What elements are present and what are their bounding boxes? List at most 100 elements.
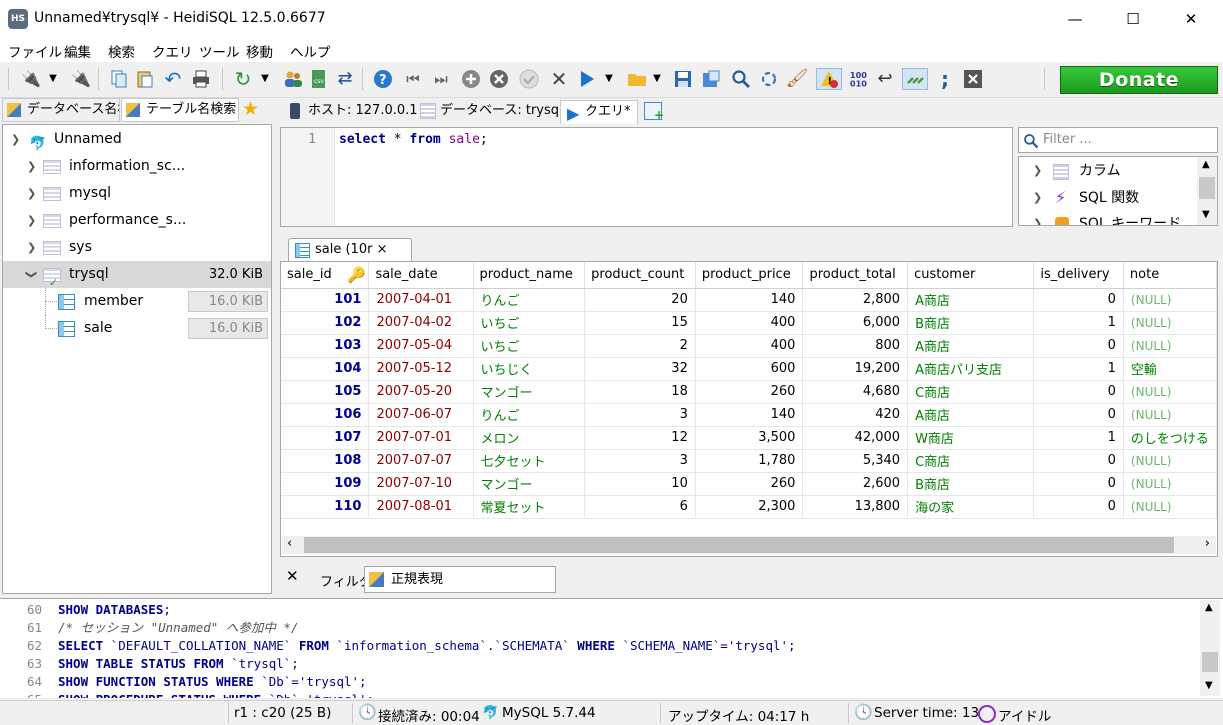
table-cell-sale-date[interactable]: 2007-07-01 [368, 426, 474, 450]
menu-go[interactable]: 移動 [246, 41, 273, 61]
user-manager-icon[interactable] [282, 68, 304, 90]
table-cell-product-price[interactable]: 400 [695, 311, 804, 335]
delete-record-icon[interactable] [488, 68, 510, 90]
find-replace-icon[interactable] [758, 68, 780, 90]
table-cell-product-price[interactable]: 600 [695, 357, 804, 381]
column-header[interactable]: customer [907, 262, 1035, 289]
table-cell-sale-id[interactable]: 101 [281, 288, 370, 312]
table-cell-product-count[interactable]: 2 [584, 334, 696, 358]
tree-db-mysql[interactable]: ❯ mysql [3, 180, 271, 207]
table-cell-product-total[interactable]: 4,680 [802, 380, 909, 404]
tab-result-sale[interactable]: sale (10r × 9c) [288, 238, 412, 279]
table-cell-product-count[interactable]: 3 [584, 449, 696, 473]
table-cell-product-total[interactable]: 2,800 [802, 288, 909, 312]
link-sync-icon[interactable] [902, 68, 928, 90]
table-cell-sale-id[interactable]: 104 [281, 357, 370, 381]
table-cell-product-total[interactable]: 42,000 [802, 426, 909, 450]
table-cell-product-total[interactable]: 13,800 [802, 495, 909, 519]
warning-stop-icon[interactable]: ! [816, 68, 842, 90]
column-header[interactable]: product_count [584, 262, 696, 289]
table-cell-sale-id[interactable]: 109 [281, 472, 370, 496]
table-cell-customer[interactable]: C商店 [907, 380, 1035, 404]
save-icon[interactable] [672, 68, 694, 90]
table-cell-is-delivery[interactable]: 0 [1033, 472, 1124, 496]
table-cell-customer[interactable]: 海の家 [907, 495, 1035, 519]
table-cell-is-delivery[interactable]: 0 [1033, 403, 1124, 427]
table-cell-sale-id[interactable]: 108 [281, 449, 370, 473]
sql-text[interactable]: select * from sale; [339, 132, 488, 147]
result-grid[interactable]: sale_id 🔑 sale_date product_name product_… [280, 261, 1218, 557]
refresh-icon[interactable]: ↻ [232, 68, 254, 90]
table-cell-customer[interactable]: A商店 [907, 403, 1035, 427]
help-icon[interactable]: ? [372, 68, 394, 90]
table-cell-product-total[interactable]: 5,340 [802, 449, 909, 473]
table-cell-product-count[interactable]: 6 [584, 495, 696, 519]
table-cell-is-delivery[interactable]: 1 [1033, 357, 1124, 381]
table-cell-is-delivery[interactable]: 0 [1033, 288, 1124, 312]
find-icon[interactable] [730, 68, 752, 90]
tab-table-filter[interactable]: テーブル名検索 [121, 98, 239, 122]
scroll-left-icon[interactable]: ‹ [287, 536, 292, 551]
database-tree[interactable]: ❯ 🐬 Unnamed ❯ information_sc... ❯ mysql … [2, 124, 272, 594]
save-snippet-icon[interactable] [700, 68, 722, 90]
table-cell-sale-date[interactable]: 2007-07-07 [368, 449, 474, 473]
table-cell-note[interactable]: (NULL) [1123, 472, 1217, 496]
table-cell-product-price[interactable]: 140 [695, 288, 804, 312]
table-cell-sale-id[interactable]: 107 [281, 426, 370, 450]
chevron-right-icon[interactable]: ❯ [27, 234, 36, 261]
minimize-button[interactable]: — [1046, 0, 1104, 38]
table-cell-sale-date[interactable]: 2007-04-01 [368, 288, 474, 312]
table-cell-sale-id[interactable]: 110 [281, 495, 370, 519]
table-cell-product-total[interactable]: 800 [802, 334, 909, 358]
table-cell-note[interactable]: (NULL) [1123, 334, 1217, 358]
chevron-right-icon[interactable]: ❯ [27, 153, 36, 180]
tree-db-performance-schema[interactable]: ❯ performance_s... [3, 207, 271, 234]
chevron-down-icon[interactable]: ❯ [11, 126, 20, 153]
sql-log[interactable]: 60 SHOW DATABASES; 61 /* セッション "Unnamed" へ参… [0, 598, 1223, 698]
swap-icon[interactable]: ⇄ [334, 68, 356, 90]
table-cell-is-delivery[interactable]: 1 [1033, 426, 1124, 450]
reformat-brush-icon[interactable]: 🖌 [786, 68, 809, 90]
paste-icon[interactable] [134, 68, 156, 90]
menu-search[interactable]: 検索 [108, 41, 135, 61]
copy-icon[interactable] [108, 68, 130, 90]
table-cell-product-name[interactable]: 常夏セット [473, 495, 586, 519]
table-cell-product-name[interactable]: 七夕セット [473, 449, 586, 473]
chevron-down-icon[interactable]: ▼ [46, 68, 60, 90]
table-cell-product-total[interactable]: 420 [802, 403, 909, 427]
log-vertical-scrollbar[interactable]: ▲ ▼ [1200, 600, 1220, 696]
table-cell-is-delivery[interactable]: 0 [1033, 380, 1124, 404]
table-row[interactable]: 105 2007-05-20 マンゴー 18 260 4,680 C商店 0 (NULL) [281, 380, 1217, 404]
chevron-right-icon[interactable]: ❯ [27, 180, 36, 207]
table-cell-product-name[interactable]: いちご [473, 334, 586, 358]
table-cell-sale-date[interactable]: 2007-04-02 [368, 311, 474, 335]
table-cell-product-name[interactable]: マンゴー [473, 380, 586, 404]
table-row[interactable]: 101 2007-04-01 りんご 20 140 2,800 A商店 0 (NULL) [281, 288, 1217, 312]
table-cell-product-name[interactable]: メロン [473, 426, 586, 450]
table-cell-product-count[interactable]: 10 [584, 472, 696, 496]
grid-horizontal-scrollbar[interactable]: ‹ › [282, 536, 1216, 554]
export-csv-icon[interactable]: csv [308, 68, 330, 90]
table-cell-is-delivery[interactable]: 0 [1033, 449, 1124, 473]
table-cell-note[interactable]: (NULL) [1123, 403, 1217, 427]
table-cell-product-name[interactable]: マンゴー [473, 472, 586, 496]
tab-database[interactable]: データベース: trysql [416, 100, 563, 124]
table-cell-product-price[interactable]: 3,500 [695, 426, 804, 450]
table-cell-product-price[interactable]: 1,780 [695, 449, 804, 473]
scrollbar-thumb[interactable] [1199, 177, 1215, 199]
tree-db-information-schema[interactable]: ❯ information_sc... [3, 153, 271, 180]
tree-table-member[interactable]: member 16.0 KiB [3, 288, 271, 315]
table-row[interactable]: 109 2007-07-10 マンゴー 10 260 2,600 B商店 0 (NULL) [281, 472, 1217, 496]
table-row[interactable]: 104 2007-05-12 いちじく 32 600 19,200 A商店パリ支店 1 空輸 [281, 357, 1217, 381]
table-cell-product-count[interactable]: 20 [584, 288, 696, 312]
close-filter-button[interactable]: ✕ [286, 567, 299, 585]
table-row[interactable]: 108 2007-07-07 七夕セット 3 1,780 5,340 C商店 0 (NULL) [281, 449, 1217, 473]
execute-query-icon[interactable] [576, 68, 598, 90]
table-cell-note[interactable]: のしをつける [1123, 426, 1217, 450]
table-cell-product-count[interactable]: 18 [584, 380, 696, 404]
table-cell-product-total[interactable]: 6,000 [802, 311, 909, 335]
wrap-lines-icon[interactable]: ↩ [874, 68, 896, 90]
scroll-up-icon[interactable]: ▲ [1202, 159, 1210, 170]
helper-filter-input[interactable]: Filter ... [1018, 127, 1218, 153]
helper-scrollbar[interactable]: ▲ ▼ [1197, 157, 1217, 225]
